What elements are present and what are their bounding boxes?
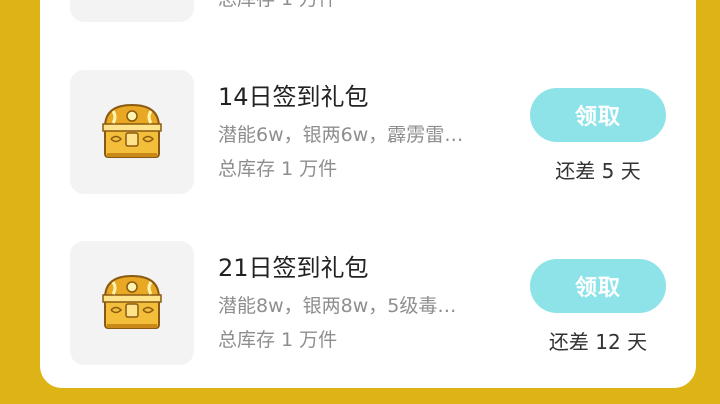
gift-title: 21日签到礼包: [218, 254, 369, 282]
gift-stock: 总库存 1 万件: [218, 158, 338, 180]
gift-thumbnail: [70, 241, 194, 365]
days-remaining: 还差 12 天: [548, 330, 648, 354]
gift-description: 潜能6w，银两6w，霹雳雷…: [218, 124, 464, 146]
treasure-chest-icon: [102, 274, 162, 329]
gift-description: 潜能8w，银两8w，5级毒…: [218, 295, 457, 317]
gift-thumbnail: [70, 0, 194, 22]
gift-stock: 总库存 1 万件: [218, 329, 338, 351]
days-remaining: 还差 5 天: [555, 159, 641, 183]
claim-button[interactable]: 领取: [530, 259, 666, 313]
treasure-chest-icon: [102, 103, 162, 158]
gift-thumbnail: [70, 70, 194, 194]
gift-stock: 总库存 1 万件: [218, 0, 337, 12]
gift-title: 14日签到礼包: [218, 83, 369, 111]
claim-button[interactable]: 领取: [530, 88, 666, 142]
gift-list-card: 总库存 1 万件 14日签到礼包 潜能6w，银两6w，霹雳雷… 总库存 1 万件…: [40, 0, 696, 388]
